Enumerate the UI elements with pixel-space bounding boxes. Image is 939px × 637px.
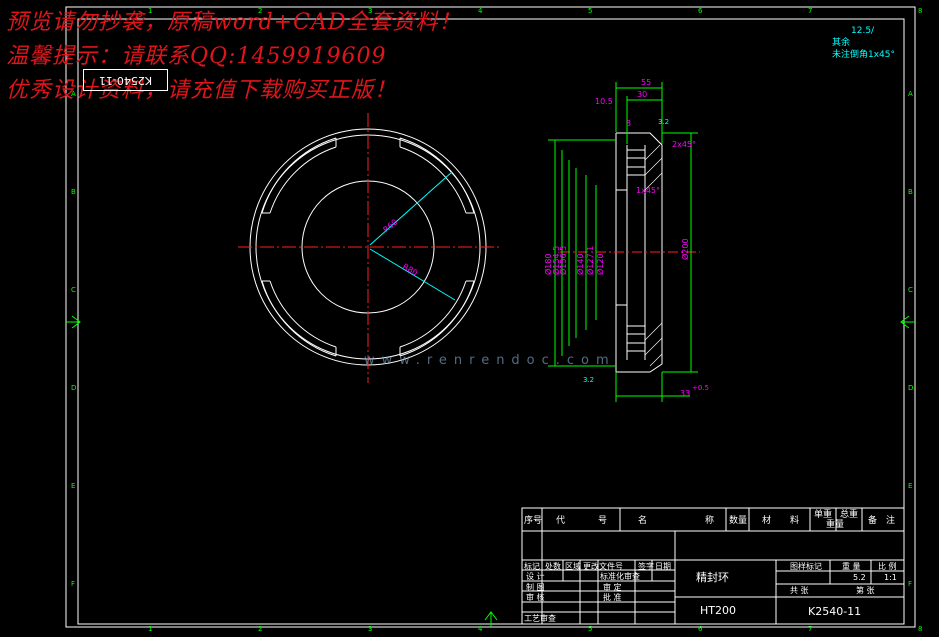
dim-chamfer-a: 2x45° <box>672 140 696 149</box>
tb-h-mat2: 料 <box>790 516 800 526</box>
zone-label-col: 7 <box>808 7 812 15</box>
zone-label-row: E <box>71 482 75 490</box>
scale-value: 1:1 <box>884 573 897 582</box>
dim-10-5: 10.5 <box>595 97 613 106</box>
roughness-symbol: 12.5/ <box>851 26 875 36</box>
zone-label-col: 5 <box>588 7 592 15</box>
zone-label-col: 4 <box>478 7 483 15</box>
tb-h-unit-wt: 单重 <box>814 510 833 520</box>
tb-h-total-wt: 总重 <box>840 510 859 520</box>
zone-label-row: D <box>908 384 913 392</box>
zone-label-row: F <box>71 580 75 588</box>
zone-label-row: A <box>908 90 913 98</box>
weight-value: 5.2 <box>853 573 866 582</box>
svg-text:Ø200: Ø200 <box>680 238 690 260</box>
tb-rev-count: 处数 <box>545 562 561 571</box>
tb-sign-approve: 批 准 <box>603 593 622 602</box>
zone-label-row: D <box>71 384 76 392</box>
zone-label-row: B <box>71 188 76 196</box>
svg-text:Ø156.5: Ø156.5 <box>558 246 568 275</box>
tb-rev-sign: 签字 <box>638 562 654 571</box>
zone-label-row: C <box>908 286 913 294</box>
sheet-total: 共 张 <box>790 586 809 595</box>
sheet-no: 第 张 <box>856 586 875 595</box>
svg-text:Ø120: Ø120 <box>595 253 605 275</box>
tb-sign-std: 标准化审查 <box>600 572 640 581</box>
watermark-line-2: 温馨提示：请联系QQ:1459919609 <box>6 44 387 69</box>
dim-33-tol: +0.5 <box>692 384 709 392</box>
tb-sign-approve-def: 审 定 <box>603 583 622 592</box>
zone-label-col: 2 <box>258 625 262 633</box>
front-dim-r2: R80 <box>401 262 419 278</box>
tb-sign-design: 设 计 <box>526 572 545 581</box>
dim-30: 30 <box>637 90 647 99</box>
weight-label: 重 量 <box>842 562 861 571</box>
tb-h-weight: 重量 <box>826 520 845 530</box>
zone-label-col: 7 <box>808 625 812 633</box>
zone-label-col: 4 <box>478 625 483 633</box>
stage-mark-label: 图样标记 <box>790 562 822 571</box>
dim-groove: 3 <box>626 119 631 128</box>
tb-rev-date: 日期 <box>655 562 671 571</box>
tb-h-name1: 名 <box>638 516 648 526</box>
tb-h-note2: 注 <box>886 516 896 526</box>
scale-label: 比 例 <box>878 562 897 571</box>
part-name: 精封环 <box>696 571 729 584</box>
zone-label-row: C <box>71 286 76 294</box>
material: HT200 <box>700 604 736 617</box>
watermark-line-1: 预览请勿抄袭，原稿word+CAD全套资料！ <box>6 10 462 35</box>
zone-label-col: 8 <box>918 625 922 633</box>
tb-sign-process: 工艺审查 <box>524 614 556 623</box>
tb-h-qty: 数量 <box>729 516 748 526</box>
roughness-a: 3.2 <box>583 376 594 384</box>
logo-site-text: www.renrendoc.com <box>364 353 616 368</box>
drawing-number: K2540-11 <box>808 605 862 618</box>
zone-label-col: 6 <box>698 625 703 633</box>
svg-text:Ø140: Ø140 <box>575 253 585 275</box>
tb-h-note1: 备 <box>868 516 878 526</box>
zone-label-col: 5 <box>588 625 592 633</box>
zone-label-col: 1 <box>148 625 152 633</box>
dim-55: 55 <box>641 78 651 87</box>
section-hatch <box>644 144 663 367</box>
zone-label-row: F <box>908 580 912 588</box>
front-dim-r1: R60 <box>382 218 400 235</box>
watermark-line-3: 优秀设计资料，请充值下载购买正版！ <box>6 78 398 103</box>
tb-sign-check: 审 核 <box>526 593 545 602</box>
chamfer-note: 未注倒角1x45° <box>832 50 896 60</box>
zone-label-row: E <box>908 482 912 490</box>
svg-text:Ø127.1: Ø127.1 <box>585 246 595 275</box>
tb-h-mat1: 材 <box>762 516 772 526</box>
tb-h-code2: 号 <box>598 516 608 526</box>
inner-frame <box>77 18 905 625</box>
zone-label-col: 3 <box>368 625 372 633</box>
tb-h-code1: 代 <box>556 516 566 526</box>
dim-33: 33 <box>680 389 690 398</box>
tb-rev-zone: 区域 <box>565 562 581 571</box>
tb-rev-file: 更改文件号 <box>583 562 623 571</box>
dim-chamfer-b: 1x45° <box>636 186 660 195</box>
drawing-number-box: K2540-11 <box>83 69 168 91</box>
zone-label-col: 6 <box>698 7 703 15</box>
tb-h-seq: 序号 <box>524 516 543 526</box>
tb-h-name2: 称 <box>705 516 715 526</box>
tb-sign-draw: 制 图 <box>526 583 545 592</box>
tb-rev-mark: 标记 <box>524 562 540 571</box>
roughness-b: 3.2 <box>658 118 669 126</box>
zone-label-row: B <box>908 188 913 196</box>
front-dim-leaders <box>369 171 456 301</box>
zone-label-col: 8 <box>918 7 922 15</box>
front-center-lines <box>238 113 500 383</box>
